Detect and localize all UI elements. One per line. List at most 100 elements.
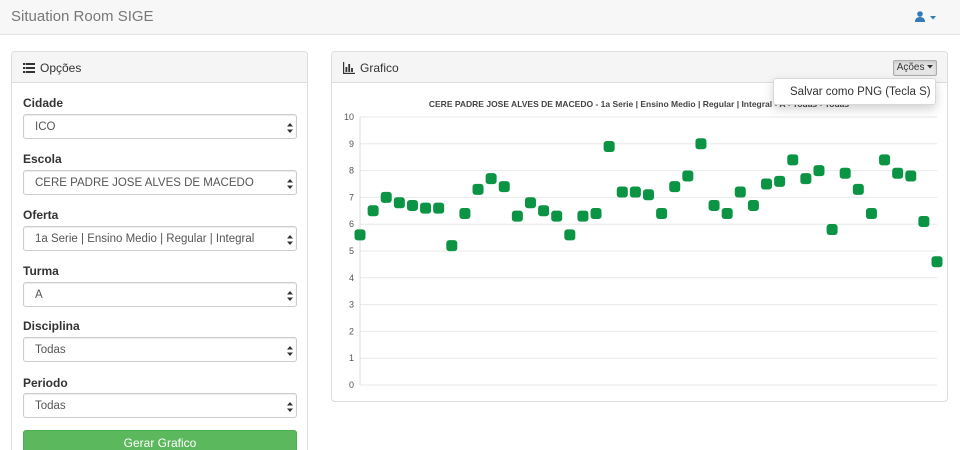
- y-tick-label: 1: [349, 353, 354, 363]
- data-points: [354, 138, 943, 268]
- gerar-grafico-button[interactable]: Gerar Grafico: [23, 430, 297, 450]
- data-point[interactable]: [721, 207, 733, 219]
- data-point[interactable]: [800, 173, 812, 185]
- data-point[interactable]: [524, 197, 536, 209]
- turma-select[interactable]: A: [23, 282, 297, 307]
- y-tick-label: 3: [349, 300, 354, 310]
- data-point[interactable]: [839, 167, 851, 179]
- data-point[interactable]: [879, 154, 891, 166]
- data-point[interactable]: [511, 210, 523, 222]
- disciplina-label: Disciplina: [23, 319, 80, 333]
- periodo-select[interactable]: Todas: [23, 393, 297, 418]
- y-tick-label: 2: [349, 326, 354, 336]
- data-point[interactable]: [616, 186, 628, 198]
- options-panel-title: Opções: [40, 61, 82, 75]
- chart-grid: [359, 116, 937, 386]
- turma-select-value: A: [35, 289, 43, 301]
- data-point[interactable]: [734, 186, 746, 198]
- y-tick-label: 8: [349, 166, 354, 176]
- data-point[interactable]: [406, 199, 418, 211]
- data-point[interactable]: [761, 178, 773, 190]
- disciplina-select[interactable]: Todas: [23, 337, 297, 362]
- user-icon: [915, 11, 925, 22]
- list-icon: [23, 62, 35, 74]
- data-point[interactable]: [354, 229, 366, 241]
- save-png-menu-item[interactable]: Salvar como PNG (Tecla S): [790, 86, 931, 98]
- data-point[interactable]: [367, 205, 379, 217]
- select-arrows-icon: [287, 291, 293, 301]
- escola-select-value: CERE PADRE JOSE ALVES DE MACEDO: [35, 177, 254, 189]
- data-point[interactable]: [577, 210, 589, 222]
- select-arrows-icon: [287, 179, 293, 189]
- escola-select[interactable]: CERE PADRE JOSE ALVES DE MACEDO: [23, 170, 297, 195]
- data-point[interactable]: [380, 191, 392, 203]
- data-point[interactable]: [538, 205, 550, 217]
- select-arrows-icon: [287, 235, 293, 245]
- data-point[interactable]: [931, 256, 943, 268]
- data-point[interactable]: [892, 167, 904, 179]
- data-point[interactable]: [787, 154, 799, 166]
- data-point[interactable]: [446, 240, 458, 252]
- data-point[interactable]: [669, 181, 681, 193]
- data-point[interactable]: [485, 173, 497, 185]
- y-tick-label: 5: [349, 246, 354, 256]
- y-tick-label: 10: [344, 112, 354, 122]
- data-point[interactable]: [472, 183, 484, 195]
- oferta-label: Oferta: [23, 208, 59, 222]
- data-point[interactable]: [551, 210, 563, 222]
- y-tick-label: 0: [349, 380, 354, 390]
- oferta-select[interactable]: 1a Serie | Ensino Medio | Regular | Inte…: [23, 226, 297, 251]
- select-arrows-icon: [287, 402, 293, 412]
- data-point[interactable]: [852, 183, 864, 195]
- data-point[interactable]: [564, 229, 576, 241]
- actions-dropdown-menu: Salvar como PNG (Tecla S): [773, 78, 936, 105]
- cidade-select[interactable]: ICO: [23, 114, 297, 139]
- cidade-label: Cidade: [23, 96, 64, 110]
- options-panel-heading: Opções: [12, 52, 307, 83]
- y-axis: 0 1 2 3 4 5 6 7 8 9 10: [344, 112, 354, 390]
- app-title[interactable]: Situation Room SIGE: [11, 8, 154, 25]
- turma-label: Turma: [23, 264, 59, 278]
- y-tick-label: 4: [349, 273, 354, 283]
- oferta-select-value: 1a Serie | Ensino Medio | Regular | Inte…: [35, 233, 255, 245]
- data-point[interactable]: [695, 138, 707, 150]
- bar-chart-icon: [343, 62, 355, 74]
- data-point[interactable]: [629, 186, 641, 198]
- actions-label: Ações: [896, 62, 925, 73]
- data-point[interactable]: [813, 165, 825, 177]
- data-point[interactable]: [656, 207, 668, 219]
- data-point[interactable]: [643, 189, 654, 201]
- options-panel: Opções Cidade ICO Escola CERE PADRE JOSE…: [11, 51, 308, 450]
- data-point[interactable]: [708, 199, 720, 211]
- chart-panel-title: Grafico: [360, 61, 399, 75]
- disciplina-select-value: Todas: [35, 344, 66, 356]
- data-point[interactable]: [498, 181, 510, 193]
- select-arrows-icon: [287, 123, 293, 133]
- y-tick-label: 6: [349, 219, 354, 229]
- data-point[interactable]: [590, 207, 602, 219]
- scatter-chart: CERE PADRE JOSE ALVES DE MACEDO - 1a Ser…: [344, 99, 943, 390]
- data-point[interactable]: [918, 216, 930, 228]
- navbar: Situation Room SIGE: [0, 0, 960, 35]
- data-point[interactable]: [747, 199, 759, 211]
- data-point[interactable]: [433, 202, 445, 214]
- caret-down-icon: [930, 16, 936, 20]
- actions-dropdown-button[interactable]: Ações: [893, 60, 937, 76]
- periodo-select-value: Todas: [35, 400, 66, 412]
- y-tick-label: 7: [349, 192, 354, 202]
- user-menu-button[interactable]: [914, 10, 940, 26]
- data-point[interactable]: [420, 202, 432, 214]
- data-point[interactable]: [826, 224, 838, 236]
- data-point[interactable]: [603, 140, 615, 152]
- periodo-label: Periodo: [23, 376, 68, 390]
- data-point[interactable]: [393, 197, 405, 209]
- data-point[interactable]: [905, 170, 917, 182]
- data-point[interactable]: [459, 207, 471, 219]
- select-arrows-icon: [287, 346, 293, 356]
- y-tick-label: 9: [349, 139, 354, 149]
- cidade-select-value: ICO: [35, 121, 56, 133]
- data-point[interactable]: [865, 207, 877, 219]
- data-point[interactable]: [774, 175, 786, 187]
- data-point[interactable]: [682, 170, 694, 182]
- escola-label: Escola: [23, 152, 62, 166]
